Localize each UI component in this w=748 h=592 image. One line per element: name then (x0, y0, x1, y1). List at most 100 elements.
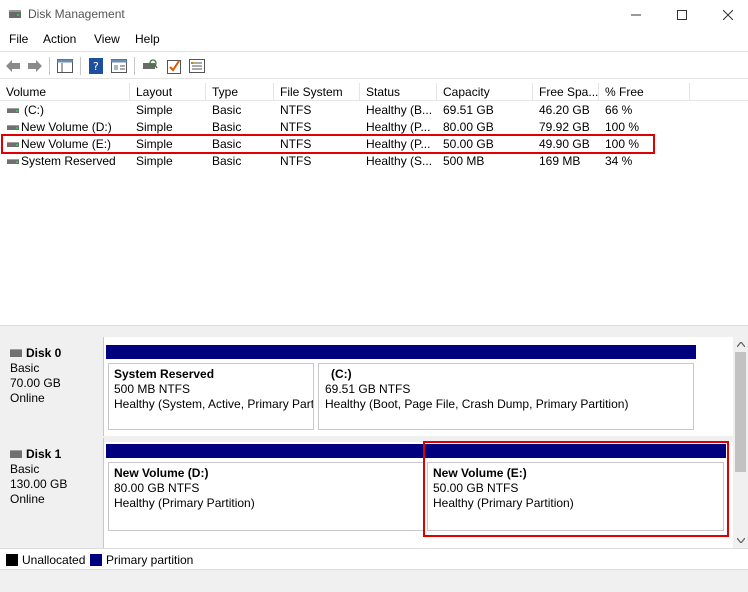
menu-bar: File Action View Help (0, 29, 748, 50)
volume-free-space: 169 MB (539, 154, 581, 168)
close-button[interactable] (705, 0, 748, 29)
menu-action[interactable]: Action (43, 32, 76, 46)
partition-c[interactable]: (C:) 69.51 GB NTFS Healthy (Boot, Page F… (316, 345, 696, 432)
chevron-down-icon (736, 538, 745, 543)
primary-partition-bar (316, 345, 696, 359)
legend-primary-partition-label: Primary partition (106, 553, 194, 567)
volume-status: Healthy (P... (366, 120, 431, 134)
column-header-status[interactable]: Status (360, 83, 437, 101)
column-header-free-space[interactable]: Free Spa... (533, 83, 599, 101)
checklist-button[interactable] (164, 56, 184, 76)
window-title: Disk Management (28, 7, 125, 21)
volume-row[interactable]: System Reserved Simple Basic NTFS Health… (0, 153, 748, 170)
volume-status: Healthy (S... (366, 154, 433, 168)
volume-icon (7, 125, 19, 130)
volume-layout: Simple (136, 120, 173, 134)
partition-size: 80.00 GB NTFS (114, 481, 200, 495)
disk-1-label[interactable]: Disk 1 Basic 130.00 GB Online (0, 438, 104, 548)
column-header-capacity[interactable]: Capacity (437, 83, 533, 101)
primary-partition-swatch (90, 554, 102, 566)
disk-0-label[interactable]: Disk 0 Basic 70.00 GB Online (0, 337, 104, 436)
disk-type: Basic (10, 361, 40, 375)
back-arrow-icon (6, 60, 20, 72)
menu-file[interactable]: File (9, 32, 28, 46)
help-button[interactable]: ? (86, 56, 106, 76)
minimize-button[interactable] (613, 0, 659, 29)
disk-icon (10, 349, 22, 357)
minimize-icon (631, 14, 641, 15)
volume-free-space: 79.92 GB (539, 120, 590, 134)
status-bar (0, 569, 748, 592)
volume-name: (C:) (24, 103, 44, 117)
scroll-down-button[interactable] (733, 533, 748, 548)
partition-size: 500 MB NTFS (114, 382, 191, 396)
menu-help[interactable]: Help (135, 32, 160, 46)
title-bar: Disk Management (0, 0, 748, 29)
column-header-percent-free[interactable]: % Free (599, 83, 690, 101)
volume-percent-free: 66 % (605, 103, 633, 117)
unallocated-swatch (6, 554, 18, 566)
settings-icon (189, 59, 205, 73)
properties-button[interactable] (109, 56, 129, 76)
primary-partition-bar (106, 444, 426, 458)
volume-layout: Simple (136, 154, 173, 168)
disk-size: 70.00 GB (10, 376, 61, 390)
partition-name: System Reserved (114, 367, 215, 381)
console-tree-icon (57, 59, 73, 73)
volume-row[interactable]: (C:) Simple Basic NTFS Healthy (B... 69.… (0, 102, 748, 119)
partition-size: 69.51 GB NTFS (325, 382, 411, 396)
volume-file-system: NTFS (280, 103, 312, 117)
partition-name: New Volume (D:) (114, 466, 209, 480)
volume-type: Basic (212, 120, 242, 134)
checklist-icon (167, 60, 181, 74)
column-header-layout[interactable]: Layout (130, 83, 206, 101)
svg-text:?: ? (93, 60, 99, 73)
partition-status: Healthy (Boot, Page File, Crash Dump, Pr… (325, 397, 629, 411)
partition-name: (C:) (331, 367, 352, 381)
pane-splitter[interactable] (0, 325, 748, 337)
volume-file-system: NTFS (280, 120, 312, 134)
menu-view[interactable]: View (94, 32, 120, 46)
column-header-volume[interactable]: Volume (0, 83, 130, 101)
settings-button[interactable] (187, 56, 207, 76)
back-button[interactable] (3, 56, 23, 76)
volume-percent-free: 100 % (605, 120, 640, 134)
maximize-icon (677, 9, 687, 20)
partition-e-highlight (423, 441, 729, 537)
volume-percent-free: 34 % (605, 154, 633, 168)
volume-capacity: 500 MB (443, 154, 485, 168)
column-header-type[interactable]: Type (206, 83, 274, 101)
volume-icon (7, 159, 19, 164)
properties-icon (111, 59, 127, 73)
volume-layout: Simple (136, 103, 173, 117)
volume-capacity: 69.51 GB (443, 103, 494, 117)
column-header-file-system[interactable]: File System (274, 83, 360, 101)
disk-size: 130.00 GB (10, 477, 68, 491)
volume-type: Basic (212, 154, 242, 168)
partition-system-reserved[interactable]: System Reserved 500 MB NTFS Healthy (Sys… (106, 345, 316, 432)
volume-status: Healthy (B... (366, 103, 433, 117)
disk-icon (10, 450, 22, 458)
chevron-up-icon (736, 342, 745, 347)
volume-name: System Reserved (21, 154, 116, 168)
forward-arrow-icon (28, 60, 42, 72)
volume-list-header: Volume Layout Type File System Status Ca… (0, 83, 748, 101)
graph-vertical-scrollbar[interactable] (733, 337, 748, 548)
volume-list: Volume Layout Type File System Status Ca… (0, 83, 748, 325)
disk-type: Basic (10, 462, 40, 476)
scroll-thumb[interactable] (735, 352, 746, 472)
volume-icon (7, 108, 19, 113)
toolbar: ? (0, 51, 748, 79)
disk-state: Online (10, 492, 45, 506)
volume-free-space: 46.20 GB (539, 103, 590, 117)
legend: Unallocated Primary partition (0, 548, 748, 569)
maximize-button[interactable] (659, 0, 705, 29)
partition-status: Healthy (System, Active, Primary Part (114, 397, 314, 411)
partition-d[interactable]: New Volume (D:) 80.00 GB NTFS Healthy (P… (106, 444, 426, 533)
partition-status: Healthy (Primary Partition) (114, 496, 255, 510)
rescan-button[interactable] (140, 56, 160, 76)
scroll-up-button[interactable] (733, 337, 748, 352)
help-icon: ? (89, 58, 103, 74)
forward-button[interactable] (25, 56, 45, 76)
console-tree-button[interactable] (55, 56, 75, 76)
